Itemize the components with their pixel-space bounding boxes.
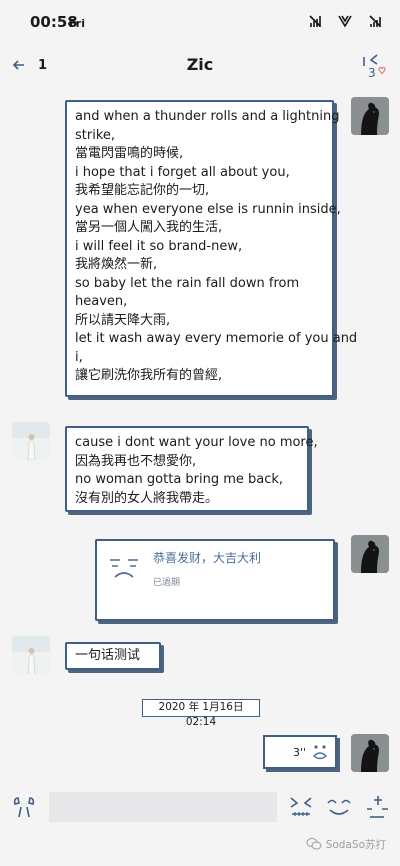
dog-avatar-image	[351, 535, 389, 573]
contact-avatar[interactable]	[12, 636, 50, 674]
my-avatar[interactable]	[351, 734, 389, 772]
girl-avatar-image	[12, 422, 50, 460]
more-button[interactable]	[362, 792, 392, 822]
status-day: Fri	[69, 17, 86, 30]
battery-icon	[369, 15, 381, 27]
wechat-icon	[306, 838, 322, 850]
message-line: heaven,	[75, 294, 128, 309]
contact-avatar[interactable]	[12, 422, 50, 460]
message-line: 所以請天降大雨,	[75, 312, 171, 328]
sad-face-icon	[110, 559, 138, 578]
message-line: 我希望能忘記你的一切,	[75, 183, 210, 198]
message-line: 沒有別的女人將我帶走。	[75, 490, 219, 506]
mischief-face-icon	[367, 796, 388, 818]
input-bar	[0, 776, 400, 836]
message-line: let it wash away every memorie of you an…	[75, 331, 358, 346]
message-line: no woman gotta bring me back,	[75, 472, 284, 487]
message-bubble-lyrics-out[interactable]: and when a thunder rolls and a lightning…	[65, 100, 358, 397]
dog-avatar-image	[351, 97, 389, 135]
message-line: 當電閃雷鳴的時候,	[75, 146, 184, 161]
message-line: cause i dont want your love no more,	[75, 435, 318, 450]
girl-avatar-image	[12, 636, 50, 674]
my-avatar[interactable]	[351, 97, 389, 135]
signal-icon	[338, 15, 352, 28]
sticker-button[interactable]	[324, 792, 354, 822]
message-line: and when a thunder rolls and a lightning	[75, 109, 340, 124]
status-icons	[308, 14, 382, 28]
message-line: i will feel it so brand-new,	[75, 238, 243, 254]
message-line: 我將煥然一新,	[75, 257, 158, 272]
watermark: SodaSo苏打	[306, 836, 386, 852]
chat-title: Zic	[186, 55, 214, 74]
message-line: strike,	[75, 127, 116, 143]
status-bar: 00:58 Fri	[0, 0, 400, 44]
microphone-icon	[13, 797, 35, 818]
message-input[interactable]	[49, 792, 277, 822]
red-packet-status: 已過期	[153, 578, 181, 588]
chat-menu-icon: 3	[363, 54, 386, 80]
message-line: 讓它刷洗你我所有的曾經,	[75, 368, 223, 383]
message-timestamp: 2020 年 1月16日 02:14	[142, 699, 260, 728]
voice-input-button[interactable]	[10, 793, 38, 821]
voice-message-bubble[interactable]: 3''	[263, 735, 337, 769]
red-packet-title: 恭喜发财，大吉大利	[153, 551, 262, 565]
no-sim-icon	[309, 15, 321, 27]
svg-text:3: 3	[368, 66, 376, 80]
chat-header: 1 Zic 3	[0, 44, 400, 86]
my-avatar[interactable]	[351, 535, 389, 573]
dog-avatar-image	[351, 734, 389, 772]
voice-duration: 3''	[293, 746, 307, 759]
red-packet-card[interactable]: 恭喜发财，大吉大利 已過期	[95, 539, 335, 621]
message-bubble-short-in[interactable]: 一句话测试	[65, 642, 161, 670]
message-line: i,	[75, 349, 83, 365]
voice-wave-icon	[312, 745, 328, 760]
message-line: 當另一個人闖入我的生活,	[75, 220, 223, 235]
message-line: 因為我再也不想愛你,	[75, 453, 197, 469]
message-line: i hope that i forget all about you,	[75, 164, 290, 180]
expression-button[interactable]	[286, 792, 316, 822]
message-bubble-lyrics-in[interactable]: cause i dont want your love no more, 因為我…	[65, 426, 318, 512]
smile-face-icon	[327, 799, 351, 815]
chat-info-button[interactable]: 3	[358, 50, 388, 80]
message-line: yea when everyone else is runnin inside,	[75, 201, 341, 217]
message-line: so baby let the rain fall down from	[75, 275, 300, 291]
watermark-text: SodaSo苏打	[325, 838, 386, 851]
message-text: 一句话测试	[75, 648, 141, 663]
grimace-face-icon	[290, 797, 312, 816]
